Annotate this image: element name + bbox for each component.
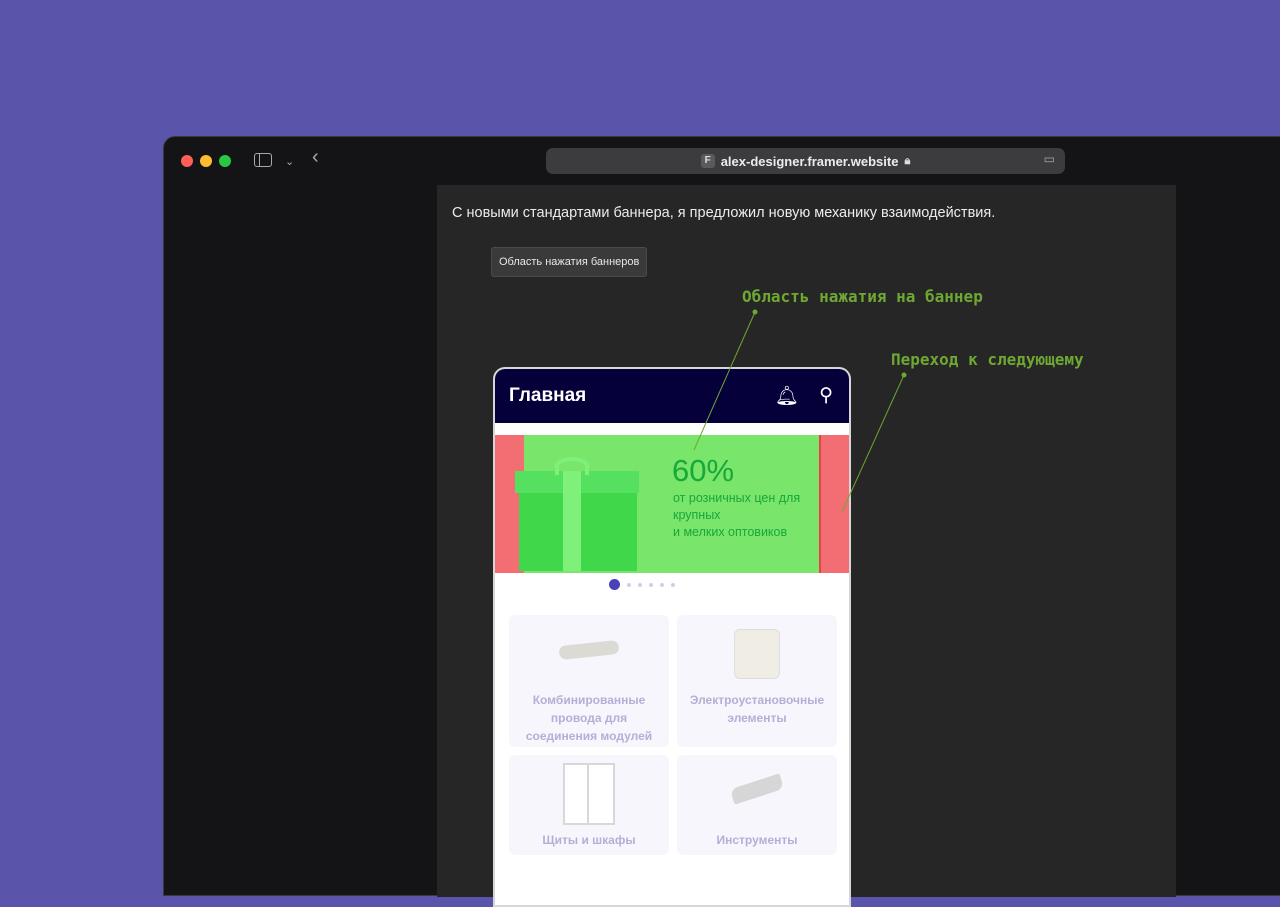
junction-box-image <box>734 629 780 679</box>
promo-banner[interactable]: 60% от розничных цен для крупных и мелки… <box>495 435 849 573</box>
bell-icon[interactable]: 🔔︎ <box>775 384 799 408</box>
carousel-dot[interactable] <box>638 582 642 587</box>
banner-description: от розничных цен для крупных и мелких оп… <box>673 490 813 541</box>
banner-line-1: от розничных цен для <box>673 491 801 505</box>
gift-image <box>515 451 639 571</box>
app-title: Главная <box>509 385 587 406</box>
banner-line-3: и мелких оптовиков <box>673 525 788 539</box>
reader-mode-icon[interactable]: ▭ <box>1044 152 1055 166</box>
banner-next-slide[interactable] <box>819 435 849 573</box>
back-arrow-icon[interactable]: ‹ <box>312 147 319 167</box>
app-header: Главная 🔔︎ ⚲ <box>495 369 849 423</box>
category-label: Щиты и шкафы <box>542 833 636 847</box>
category-label: Инструменты <box>716 833 798 847</box>
category-card-wires[interactable]: Комбинированные провода для соединения м… <box>509 615 669 747</box>
carousel-dot-active[interactable] <box>609 579 620 590</box>
carousel-dot[interactable] <box>671 582 675 587</box>
annotation-tap-area: Область нажатия на баннер <box>742 287 983 306</box>
minimize-window-button[interactable] <box>200 155 212 167</box>
close-window-button[interactable] <box>181 155 193 167</box>
browser-toolbar: ⌄ ‹ F alex-designer.framer.website 🔒︎ ▭ <box>164 137 1280 185</box>
cabinet-image <box>563 763 615 825</box>
page-content: С новыми стандартами баннера, я предложи… <box>437 185 1176 907</box>
category-label: Комбинированные провода для соединения м… <box>525 693 653 743</box>
lock-icon: 🔒︎ <box>904 154 911 167</box>
wire-image <box>558 639 620 661</box>
carousel-indicator[interactable] <box>495 579 849 590</box>
category-card-tools[interactable]: Инструменты <box>677 755 837 855</box>
banner-percent: 60% <box>672 453 735 488</box>
url-text: alex-designer.framer.website <box>720 153 899 169</box>
framer-favicon-icon: F <box>700 154 715 168</box>
intro-text: С новыми стандартами баннера, я предложи… <box>452 205 996 221</box>
carousel-dot[interactable] <box>627 582 631 587</box>
sidebar-toggle-icon[interactable] <box>254 153 272 167</box>
address-bar[interactable]: F alex-designer.framer.website 🔒︎ ▭ <box>546 148 1065 174</box>
crimper-tool-image <box>729 773 785 805</box>
banner-line-2: крупных <box>673 508 721 522</box>
carousel-dot[interactable] <box>660 582 664 587</box>
zoom-window-button[interactable] <box>219 155 231 167</box>
chevron-down-icon[interactable]: ⌄ <box>285 152 294 172</box>
category-card-electrical[interactable]: Электроустановочные элементы <box>677 615 837 747</box>
search-icon[interactable]: ⚲ <box>819 384 833 407</box>
category-card-cabinets[interactable]: Щиты и шкафы <box>509 755 669 855</box>
phone-mockup: Главная 🔔︎ ⚲ 60% от розничных цен для кр… <box>493 367 851 907</box>
browser-window: ⌄ ‹ F alex-designer.framer.website 🔒︎ ▭ … <box>163 136 1280 907</box>
carousel-dot[interactable] <box>649 582 653 587</box>
category-label: Электроустановочные элементы <box>689 693 825 725</box>
banner-tap-area-button[interactable]: Область нажатия баннеров <box>491 247 648 277</box>
annotation-next-slide: Переход к следующему <box>891 350 1084 369</box>
